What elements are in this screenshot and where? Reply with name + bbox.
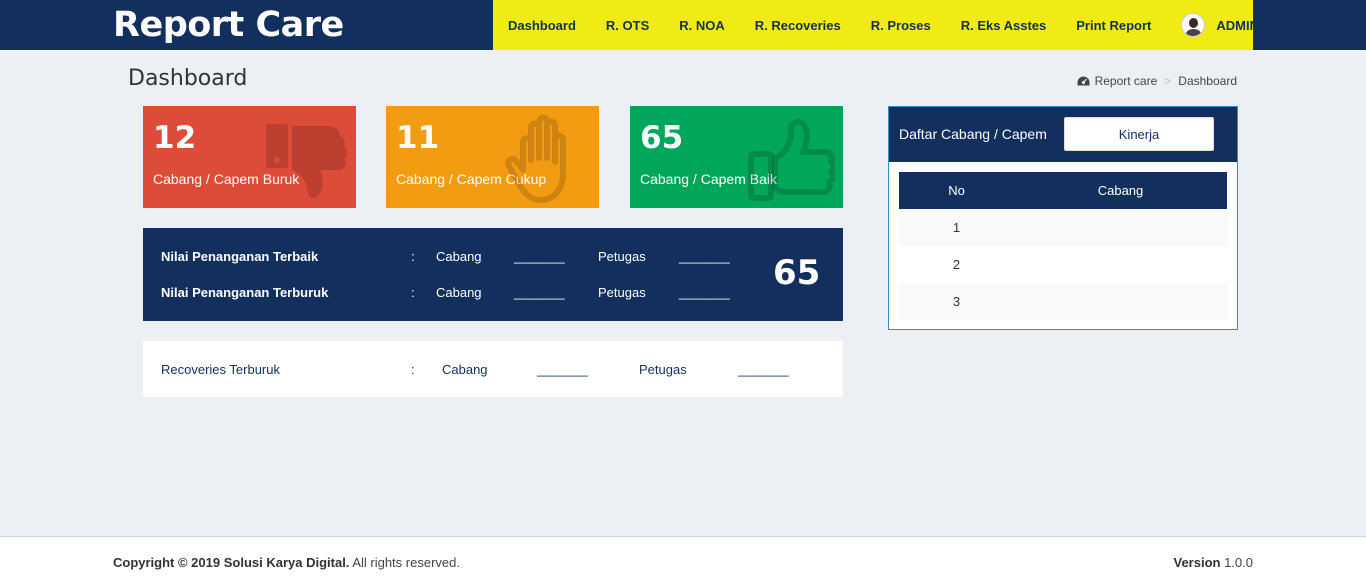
row-label: Nilai Penanganan Terbaik [161,248,319,264]
cabang-label: Cabang [436,284,482,300]
breadcrumb-home[interactable]: Report care [1095,74,1158,88]
stat-box-baik[interactable]: 65 Cabang / Capem Baik [630,106,843,208]
brand-bar: Report Care [0,0,493,50]
recoveries-panel: Recoveries Terburuk : Cabang _______ Pet… [143,341,843,397]
petugas-value: _______ [679,284,730,300]
copyright-owner: Copyright © 2019 Solusi Karya Digital. [113,555,350,570]
table-row[interactable]: 1 [899,209,1227,246]
nav-r-eks-asstes[interactable]: R. Eks Asstes [946,18,1062,33]
column-header-cabang[interactable]: Cabang [1014,183,1227,198]
nilai-penanganan-panel: Nilai Penanganan Terbaik : Cabang ______… [143,228,843,321]
cabang-label: Cabang [442,361,488,377]
nilai-score: 65 [773,253,821,293]
thumbs-down-icon [266,124,347,199]
version-info: Version 1.0.0 [1174,555,1254,570]
table-row[interactable]: 3 [899,283,1227,320]
stat-box-cukup[interactable]: 11 Cabang / Capem Cukup [386,106,599,208]
top-navbar: Report Care Dashboard R. OTS R. NOA R. R… [0,0,1366,50]
nav-r-ots[interactable]: R. OTS [591,18,664,33]
nav-r-noa[interactable]: R. NOA [664,18,740,33]
main-menu: Dashboard R. OTS R. NOA R. Recoveries R.… [493,0,1259,50]
petugas-value: _______ [738,361,789,377]
user-menu[interactable]: ADMIN [1166,13,1259,37]
version-number: 1.0.0 [1220,555,1253,570]
row-no: 3 [952,294,961,309]
nav-r-recoveries[interactable]: R. Recoveries [740,18,856,33]
card-header: Daftar Cabang / Capem Kinerja [889,107,1237,162]
recoveries-row: Recoveries Terburuk : Cabang _______ Pet… [161,359,798,379]
nav-dashboard[interactable]: Dashboard [493,18,591,33]
cabang-value: _______ [514,284,565,300]
page-title: Dashboard [128,66,248,91]
petugas-label: Petugas [598,248,646,264]
copyright-rights: All rights reserved. [349,555,460,570]
nav-print-report[interactable]: Print Report [1061,18,1166,33]
cabang-label: Cabang [436,248,482,264]
stat-value: 11 [396,120,440,156]
avatar [1181,13,1206,37]
card-title: Daftar Cabang / Capem [899,126,1047,142]
breadcrumb-separator: > [1164,74,1172,88]
branch-table: No Cabang 1 2 3 [899,172,1227,320]
petugas-label: Petugas [598,284,646,300]
cabang-value: _______ [514,248,565,264]
row-colon: : [411,361,415,377]
breadcrumb: Report care > Dashboard [1077,74,1237,88]
column-header-no[interactable]: No [899,183,1014,198]
app-logo[interactable]: Report Care [113,5,344,45]
table-header: No Cabang [899,172,1227,209]
stat-value: 12 [153,120,197,156]
version-label: Version [1173,555,1221,570]
nilai-terbaik-row: Nilai Penanganan Terbaik : Cabang ______… [161,246,739,266]
copyright: Copyright © 2019 Solusi Karya Digital. A… [113,555,460,570]
branch-list-card: Daftar Cabang / Capem Kinerja No Cabang … [888,106,1238,330]
petugas-label: Petugas [639,361,687,377]
hand-stop-icon [505,114,566,203]
row-colon: : [411,248,415,264]
row-label: Nilai Penanganan Terburuk [161,284,329,300]
nilai-terburuk-row: Nilai Penanganan Terburuk : Cabang _____… [161,282,739,302]
petugas-value: _______ [679,248,730,264]
kinerja-button[interactable]: Kinerja [1064,117,1214,151]
navbar-right-strip [1253,0,1366,50]
nav-r-proses[interactable]: R. Proses [856,18,946,33]
dashboard-icon [1077,76,1090,86]
thumbs-up-icon [748,119,835,201]
row-no: 2 [952,257,961,272]
row-no: 1 [952,220,961,235]
page-footer: Copyright © 2019 Solusi Karya Digital. A… [0,536,1366,586]
stat-box-buruk[interactable]: 12 Cabang / Capem Buruk [143,106,356,208]
cabang-value: _______ [537,361,588,377]
breadcrumb-current: Dashboard [1178,74,1237,88]
table-row[interactable]: 2 [899,246,1227,283]
row-colon: : [411,284,415,300]
row-label: Recoveries Terburuk [161,361,280,377]
stat-value: 65 [640,120,684,156]
